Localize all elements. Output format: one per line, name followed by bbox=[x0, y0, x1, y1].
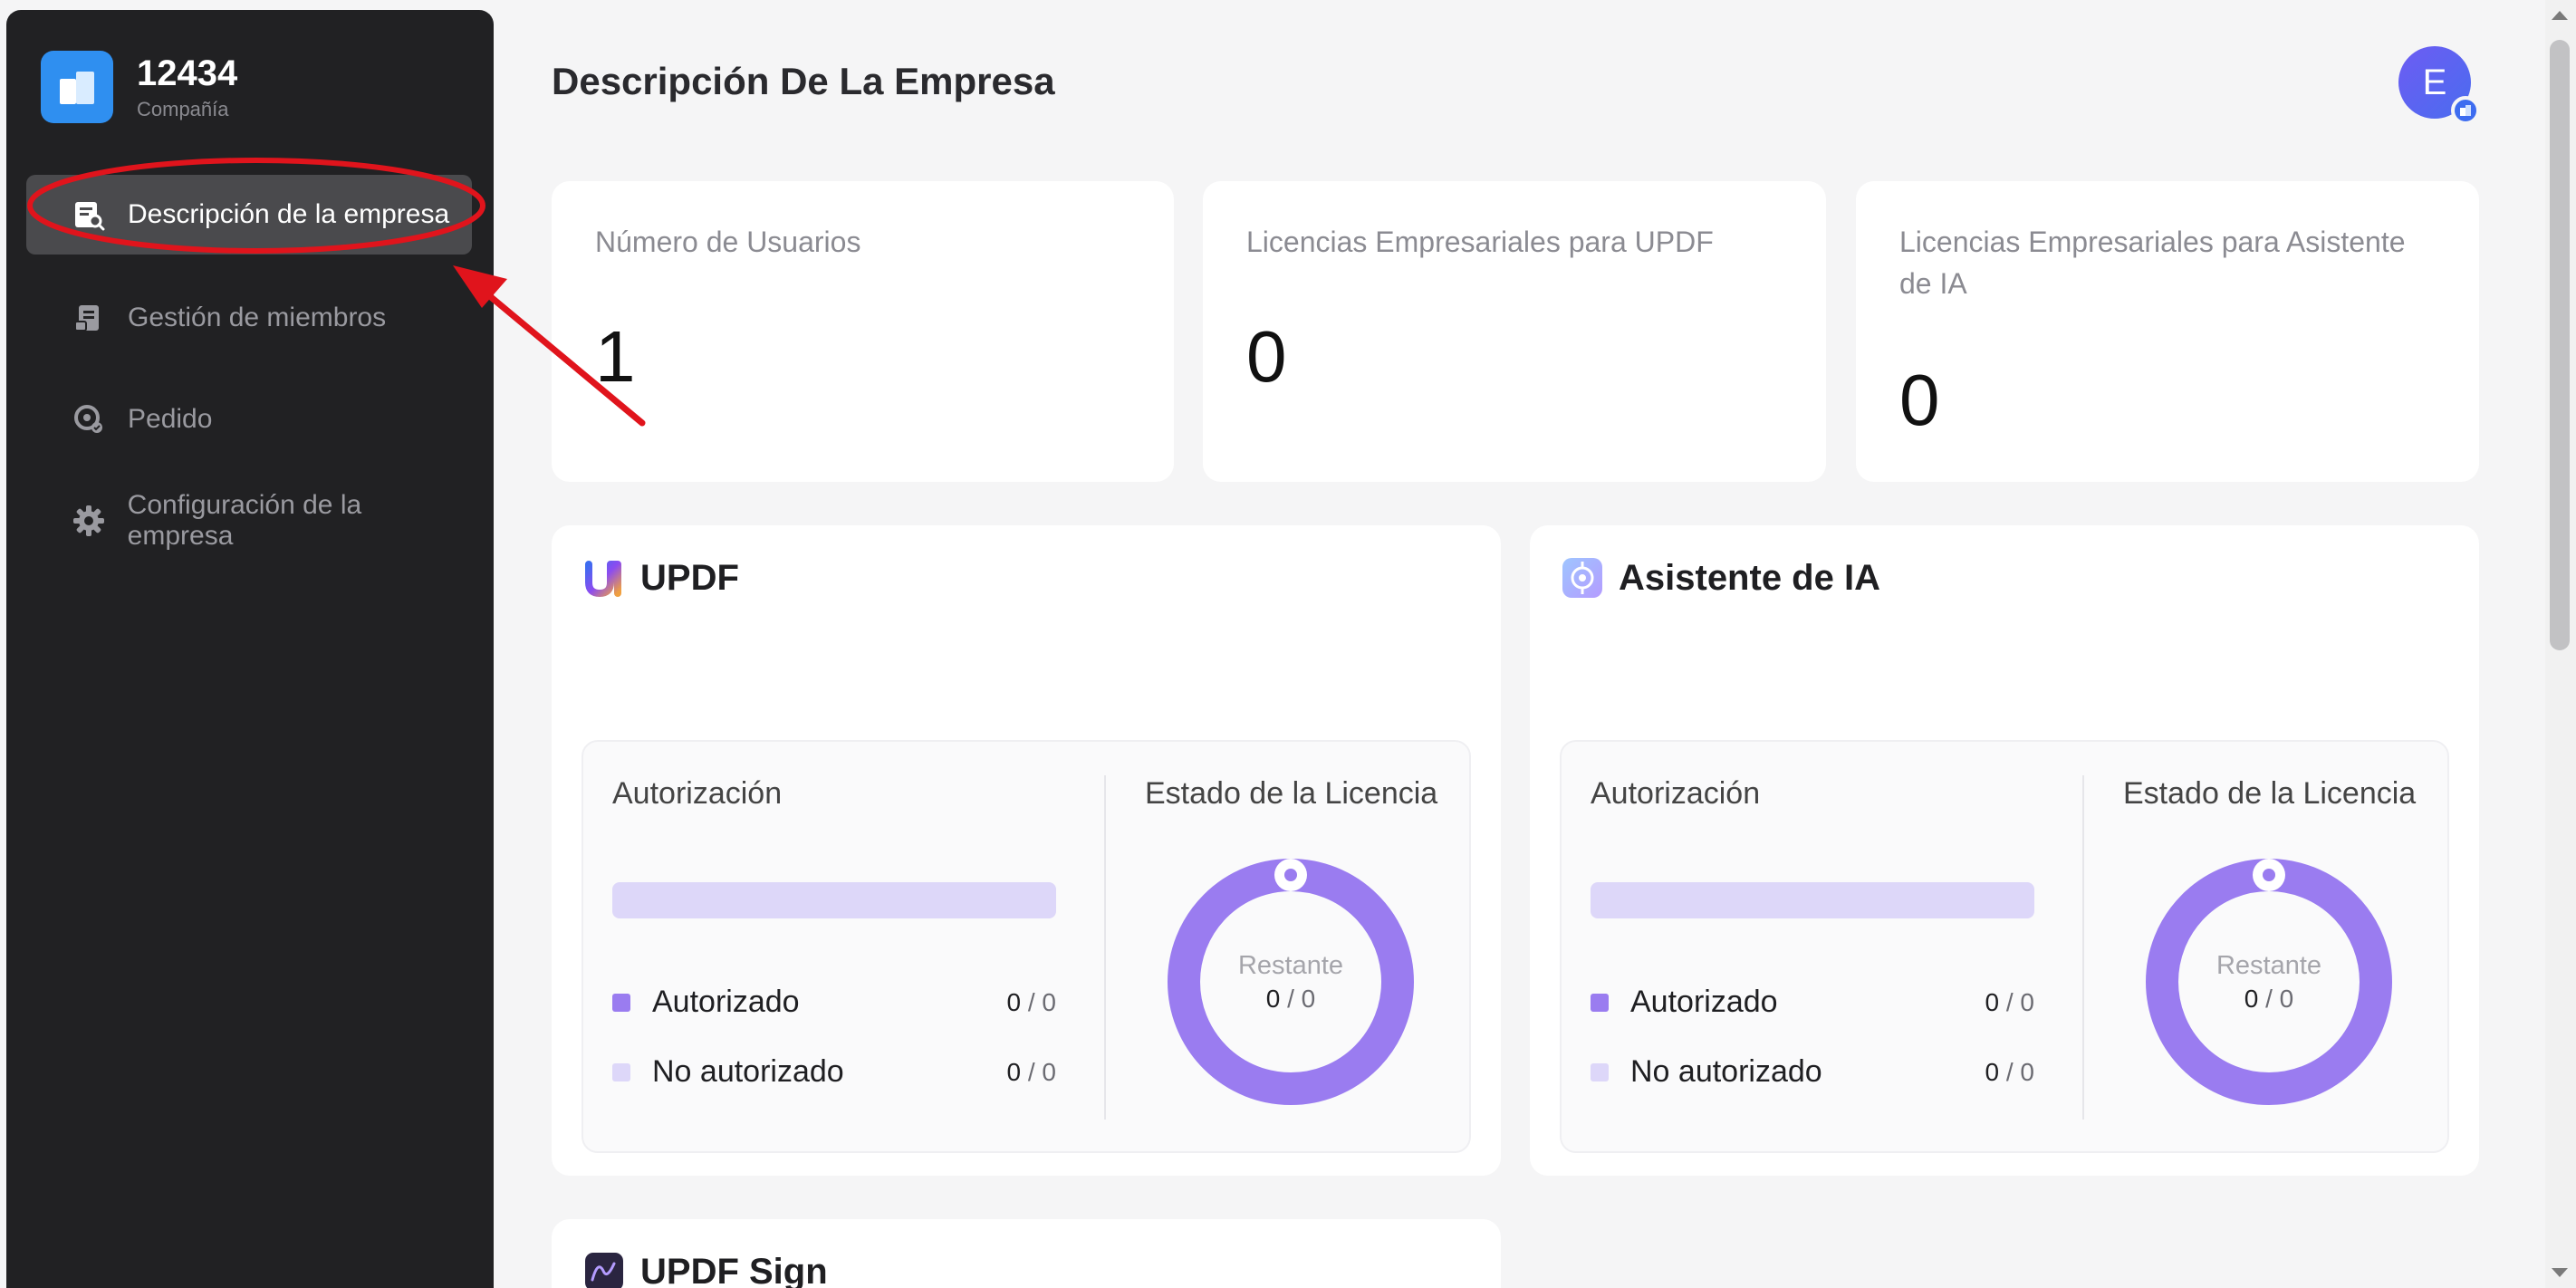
product-title: UPDF bbox=[640, 557, 739, 598]
scroll-up-arrow-icon[interactable] bbox=[2552, 11, 2568, 20]
authorization-progress-bar bbox=[612, 882, 1056, 918]
stat-value: 0 bbox=[1246, 316, 1287, 397]
authorization-progress-bar bbox=[1591, 882, 2034, 918]
sidebar-item-label: Descripción de la empresa bbox=[128, 199, 450, 229]
legend-value: 0 / 0 bbox=[1985, 987, 2035, 1016]
legend-value: 0 / 0 bbox=[1985, 1057, 2035, 1086]
sidebar-item-members[interactable]: Gestión de miembros bbox=[26, 278, 472, 358]
legend-value: 0 / 0 bbox=[1006, 1057, 1057, 1086]
updf-logo-icon bbox=[582, 556, 626, 600]
donut-center: Restante 0 / 0 bbox=[2144, 857, 2394, 1107]
members-icon bbox=[72, 301, 106, 335]
scroll-down-arrow-icon[interactable] bbox=[2552, 1268, 2568, 1277]
order-icon bbox=[72, 402, 106, 437]
product-title: Asistente de IA bbox=[1619, 557, 1880, 598]
license-status-label: Estado de la Licencia bbox=[2123, 776, 2417, 811]
legend-authorized: Autorizado 0 / 0 bbox=[1591, 985, 2034, 1020]
product-header: UPDF Sign bbox=[582, 1250, 828, 1288]
donut-label: Restante bbox=[2216, 950, 2322, 980]
company-overview-icon bbox=[72, 197, 106, 232]
product-card-updf: UPDF Autorización Autorizado 0 / 0 No au… bbox=[552, 525, 1501, 1176]
divider bbox=[1104, 775, 1106, 1120]
stat-card-updf-licenses: Licencias Empresariales para UPDF 0 bbox=[1203, 181, 1826, 482]
authorization-label: Autorización bbox=[612, 776, 783, 811]
donut-value: 0 / 0 bbox=[2244, 984, 2294, 1013]
sidebar-item-order[interactable]: Pedido bbox=[26, 380, 472, 459]
donut-center: Restante 0 / 0 bbox=[1166, 857, 1416, 1107]
company-badge-icon bbox=[2451, 96, 2480, 125]
sidebar-item-label: Pedido bbox=[128, 404, 213, 434]
license-panel: Autorización Autorizado 0 / 0 No autoriz… bbox=[1560, 740, 2449, 1153]
product-card-ai-assistant: Asistente de IA Autorización Autorizado … bbox=[1530, 525, 2479, 1176]
product-header: Asistente de IA bbox=[1561, 556, 1880, 600]
product-title: UPDF Sign bbox=[640, 1251, 828, 1288]
building-icon bbox=[41, 51, 113, 123]
legend-swatch bbox=[1591, 993, 1609, 1012]
stat-card-ai-licenses: Licencias Empresariales para Asistente d… bbox=[1856, 181, 2479, 482]
stat-label: Licencias Empresariales para UPDF bbox=[1246, 226, 1714, 258]
donut-value: 0 / 0 bbox=[1265, 984, 1316, 1013]
legend-name: No autorizado bbox=[652, 1054, 844, 1089]
stat-label: Licencias Empresariales para Asistente d… bbox=[1899, 226, 2406, 300]
company-block: 12434 Compañía bbox=[41, 51, 237, 123]
sidebar-item-label: Configuración de la empresa bbox=[127, 490, 362, 551]
legend-name: Autorizado bbox=[652, 985, 800, 1019]
scrollbar-thumb[interactable] bbox=[2550, 40, 2570, 650]
sidebar: 12434 Compañía Descripción de la empresa bbox=[6, 10, 494, 1288]
product-card-updf-sign: UPDF Sign bbox=[552, 1219, 1501, 1288]
stat-value: 0 bbox=[1899, 360, 1940, 440]
authorization-label: Autorización bbox=[1591, 776, 1761, 811]
legend-name: No autorizado bbox=[1630, 1054, 1822, 1089]
legend-authorized: Autorizado 0 / 0 bbox=[612, 985, 1056, 1020]
legend-unauthorized: No autorizado 0 / 0 bbox=[612, 1054, 1056, 1090]
page-title: Descripción De La Empresa bbox=[552, 60, 1055, 102]
legend-swatch bbox=[612, 1062, 630, 1081]
sidebar-item-label: Gestión de miembros bbox=[128, 303, 387, 332]
company-name: 12434 bbox=[137, 53, 238, 93]
updf-sign-icon bbox=[582, 1250, 626, 1288]
company-subtitle: Compañía bbox=[137, 98, 229, 120]
stat-card-users: Número de Usuarios 1 bbox=[552, 181, 1174, 482]
gear-icon bbox=[72, 504, 106, 538]
license-status-label: Estado de la Licencia bbox=[1145, 776, 1438, 811]
license-panel: Autorización Autorizado 0 / 0 No autoriz… bbox=[582, 740, 1471, 1153]
legend-name: Autorizado bbox=[1630, 985, 1778, 1019]
stat-label: Número de Usuarios bbox=[595, 226, 861, 258]
legend-value: 0 / 0 bbox=[1006, 987, 1057, 1016]
divider bbox=[2082, 775, 2084, 1120]
sidebar-item-company-overview[interactable]: Descripción de la empresa bbox=[26, 175, 472, 255]
legend-swatch bbox=[612, 993, 630, 1012]
sidebar-item-settings[interactable]: Configuración de la empresa bbox=[26, 481, 472, 561]
ai-assistant-icon bbox=[1561, 556, 1604, 600]
product-header: UPDF bbox=[582, 556, 739, 600]
legend-swatch bbox=[1591, 1062, 1609, 1081]
stat-value: 1 bbox=[595, 316, 636, 397]
donut-label: Restante bbox=[1237, 950, 1344, 980]
legend-unauthorized: No autorizado 0 / 0 bbox=[1591, 1054, 2034, 1090]
